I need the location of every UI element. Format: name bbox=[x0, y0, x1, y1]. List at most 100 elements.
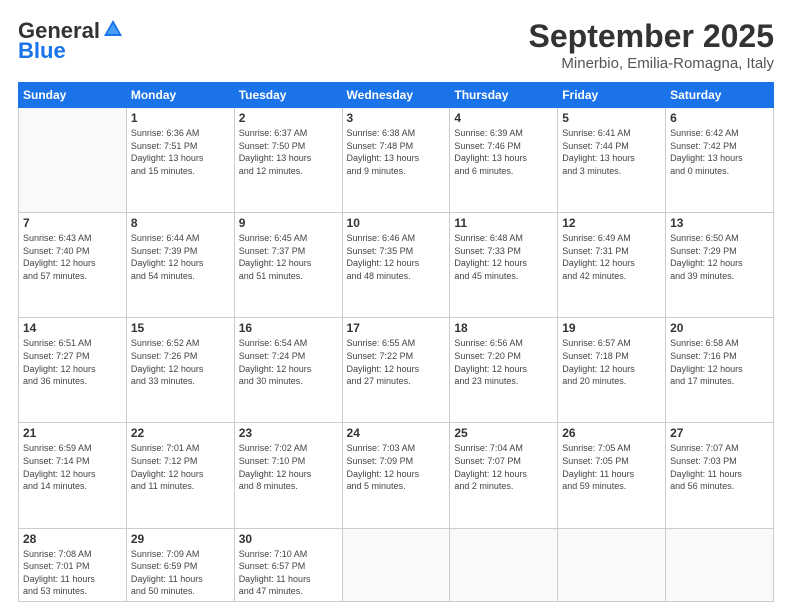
day-info: Sunrise: 6:57 AMSunset: 7:18 PMDaylight:… bbox=[562, 337, 661, 387]
day-info: Sunrise: 6:50 AMSunset: 7:29 PMDaylight:… bbox=[670, 232, 769, 282]
day-info: Sunrise: 7:07 AMSunset: 7:03 PMDaylight:… bbox=[670, 442, 769, 492]
day-info: Sunrise: 6:36 AMSunset: 7:51 PMDaylight:… bbox=[131, 127, 230, 177]
day-number: 20 bbox=[670, 321, 769, 335]
day-info: Sunrise: 6:51 AMSunset: 7:27 PMDaylight:… bbox=[23, 337, 122, 387]
day-info: Sunrise: 7:02 AMSunset: 7:10 PMDaylight:… bbox=[239, 442, 338, 492]
calendar-cell: 12 Sunrise: 6:49 AMSunset: 7:31 PMDayligh… bbox=[558, 213, 666, 318]
day-info: Sunrise: 6:52 AMSunset: 7:26 PMDaylight:… bbox=[131, 337, 230, 387]
weekday-header-friday: Friday bbox=[558, 83, 666, 108]
day-info: Sunrise: 6:37 AMSunset: 7:50 PMDaylight:… bbox=[239, 127, 338, 177]
day-info: Sunrise: 6:59 AMSunset: 7:14 PMDaylight:… bbox=[23, 442, 122, 492]
calendar-cell: 21 Sunrise: 6:59 AMSunset: 7:14 PMDayligh… bbox=[19, 423, 127, 528]
day-info: Sunrise: 7:03 AMSunset: 7:09 PMDaylight:… bbox=[347, 442, 446, 492]
calendar-week-1: 1 Sunrise: 6:36 AMSunset: 7:51 PMDaylight… bbox=[19, 108, 774, 213]
day-number: 18 bbox=[454, 321, 553, 335]
calendar-cell: 17 Sunrise: 6:55 AMSunset: 7:22 PMDayligh… bbox=[342, 318, 450, 423]
logo: General Blue bbox=[18, 18, 124, 64]
calendar-week-3: 14 Sunrise: 6:51 AMSunset: 7:27 PMDayligh… bbox=[19, 318, 774, 423]
day-number: 12 bbox=[562, 216, 661, 230]
day-number: 30 bbox=[239, 532, 338, 546]
calendar-cell: 6 Sunrise: 6:42 AMSunset: 7:42 PMDaylight… bbox=[666, 108, 774, 213]
calendar-cell: 19 Sunrise: 6:57 AMSunset: 7:18 PMDayligh… bbox=[558, 318, 666, 423]
day-info: Sunrise: 7:09 AMSunset: 6:59 PMDaylight:… bbox=[131, 548, 230, 598]
calendar-cell: 11 Sunrise: 6:48 AMSunset: 7:33 PMDayligh… bbox=[450, 213, 558, 318]
day-info: Sunrise: 7:04 AMSunset: 7:07 PMDaylight:… bbox=[454, 442, 553, 492]
calendar-cell bbox=[342, 528, 450, 601]
day-info: Sunrise: 7:01 AMSunset: 7:12 PMDaylight:… bbox=[131, 442, 230, 492]
day-number: 29 bbox=[131, 532, 230, 546]
calendar-cell: 30 Sunrise: 7:10 AMSunset: 6:57 PMDayligh… bbox=[234, 528, 342, 601]
calendar-cell bbox=[558, 528, 666, 601]
calendar-cell: 14 Sunrise: 6:51 AMSunset: 7:27 PMDayligh… bbox=[19, 318, 127, 423]
day-info: Sunrise: 6:56 AMSunset: 7:20 PMDaylight:… bbox=[454, 337, 553, 387]
day-info: Sunrise: 7:10 AMSunset: 6:57 PMDaylight:… bbox=[239, 548, 338, 598]
calendar-cell: 4Sunrise: 6:39 AMSunset: 7:46 PMDaylight… bbox=[450, 108, 558, 213]
day-number: 25 bbox=[454, 426, 553, 440]
day-info: Sunrise: 7:08 AMSunset: 7:01 PMDaylight:… bbox=[23, 548, 122, 598]
day-number: 21 bbox=[23, 426, 122, 440]
day-number: 23 bbox=[239, 426, 338, 440]
calendar-cell: 15Sunrise: 6:52 AMSunset: 7:26 PMDayligh… bbox=[126, 318, 234, 423]
calendar-cell: 9Sunrise: 6:45 AMSunset: 7:37 PMDaylight… bbox=[234, 213, 342, 318]
calendar-cell: 2 Sunrise: 6:37 AMSunset: 7:50 PMDaylight… bbox=[234, 108, 342, 213]
day-number: 1 bbox=[131, 111, 230, 125]
day-number: 6 bbox=[670, 111, 769, 125]
calendar-cell: 10 Sunrise: 6:46 AMSunset: 7:35 PMDayligh… bbox=[342, 213, 450, 318]
weekday-header-tuesday: Tuesday bbox=[234, 83, 342, 108]
day-number: 3 bbox=[347, 111, 446, 125]
weekday-header-wednesday: Wednesday bbox=[342, 83, 450, 108]
header: General Blue September 2025 Minerbio, Em… bbox=[18, 18, 774, 72]
calendar-cell: 7Sunrise: 6:43 AMSunset: 7:40 PMDaylight… bbox=[19, 213, 127, 318]
weekday-header-thursday: Thursday bbox=[450, 83, 558, 108]
day-info: Sunrise: 6:49 AMSunset: 7:31 PMDaylight:… bbox=[562, 232, 661, 282]
weekday-header-monday: Monday bbox=[126, 83, 234, 108]
day-number: 28 bbox=[23, 532, 122, 546]
day-info: Sunrise: 6:48 AMSunset: 7:33 PMDaylight:… bbox=[454, 232, 553, 282]
day-number: 26 bbox=[562, 426, 661, 440]
logo-icon bbox=[102, 18, 124, 40]
day-info: Sunrise: 6:42 AMSunset: 7:42 PMDaylight:… bbox=[670, 127, 769, 177]
title-block: September 2025 Minerbio, Emilia-Romagna,… bbox=[529, 18, 774, 72]
calendar-cell: 1 Sunrise: 6:36 AMSunset: 7:51 PMDaylight… bbox=[126, 108, 234, 213]
day-info: Sunrise: 6:58 AMSunset: 7:16 PMDaylight:… bbox=[670, 337, 769, 387]
logo-blue: Blue bbox=[18, 38, 66, 64]
location: Minerbio, Emilia-Romagna, Italy bbox=[529, 55, 774, 72]
calendar-cell bbox=[450, 528, 558, 601]
calendar-cell: 22 Sunrise: 7:01 AMSunset: 7:12 PMDayligh… bbox=[126, 423, 234, 528]
calendar-cell: 29 Sunrise: 7:09 AMSunset: 6:59 PMDayligh… bbox=[126, 528, 234, 601]
day-info: Sunrise: 6:46 AMSunset: 7:35 PMDaylight:… bbox=[347, 232, 446, 282]
day-info: Sunrise: 6:44 AMSunset: 7:39 PMDaylight:… bbox=[131, 232, 230, 282]
day-info: Sunrise: 6:45 AMSunset: 7:37 PMDaylight:… bbox=[239, 232, 338, 282]
day-number: 5 bbox=[562, 111, 661, 125]
weekday-header-sunday: Sunday bbox=[19, 83, 127, 108]
calendar-cell: 26 Sunrise: 7:05 AMSunset: 7:05 PMDayligh… bbox=[558, 423, 666, 528]
day-number: 22 bbox=[131, 426, 230, 440]
day-number: 11 bbox=[454, 216, 553, 230]
calendar-table: SundayMondayTuesdayWednesdayThursdayFrid… bbox=[18, 82, 774, 602]
day-info: Sunrise: 7:05 AMSunset: 7:05 PMDaylight:… bbox=[562, 442, 661, 492]
day-info: Sunrise: 6:54 AMSunset: 7:24 PMDaylight:… bbox=[239, 337, 338, 387]
day-number: 8 bbox=[131, 216, 230, 230]
day-number: 27 bbox=[670, 426, 769, 440]
calendar-week-2: 7Sunrise: 6:43 AMSunset: 7:40 PMDaylight… bbox=[19, 213, 774, 318]
calendar-week-4: 21 Sunrise: 6:59 AMSunset: 7:14 PMDayligh… bbox=[19, 423, 774, 528]
calendar-cell: 18 Sunrise: 6:56 AMSunset: 7:20 PMDayligh… bbox=[450, 318, 558, 423]
day-number: 14 bbox=[23, 321, 122, 335]
day-info: Sunrise: 6:55 AMSunset: 7:22 PMDaylight:… bbox=[347, 337, 446, 387]
calendar-cell: 27 Sunrise: 7:07 AMSunset: 7:03 PMDayligh… bbox=[666, 423, 774, 528]
day-number: 10 bbox=[347, 216, 446, 230]
calendar-cell: 28 Sunrise: 7:08 AMSunset: 7:01 PMDayligh… bbox=[19, 528, 127, 601]
calendar-cell: 23 Sunrise: 7:02 AMSunset: 7:10 PMDayligh… bbox=[234, 423, 342, 528]
calendar-cell: 20 Sunrise: 6:58 AMSunset: 7:16 PMDayligh… bbox=[666, 318, 774, 423]
day-number: 4 bbox=[454, 111, 553, 125]
day-info: Sunrise: 6:43 AMSunset: 7:40 PMDaylight:… bbox=[23, 232, 122, 282]
calendar-cell: 5 Sunrise: 6:41 AMSunset: 7:44 PMDaylight… bbox=[558, 108, 666, 213]
day-info: Sunrise: 6:41 AMSunset: 7:44 PMDaylight:… bbox=[562, 127, 661, 177]
day-info: Sunrise: 6:38 AMSunset: 7:48 PMDaylight:… bbox=[347, 127, 446, 177]
month-title: September 2025 bbox=[529, 18, 774, 55]
weekday-header-row: SundayMondayTuesdayWednesdayThursdayFrid… bbox=[19, 83, 774, 108]
day-number: 17 bbox=[347, 321, 446, 335]
day-number: 2 bbox=[239, 111, 338, 125]
day-number: 19 bbox=[562, 321, 661, 335]
weekday-header-saturday: Saturday bbox=[666, 83, 774, 108]
